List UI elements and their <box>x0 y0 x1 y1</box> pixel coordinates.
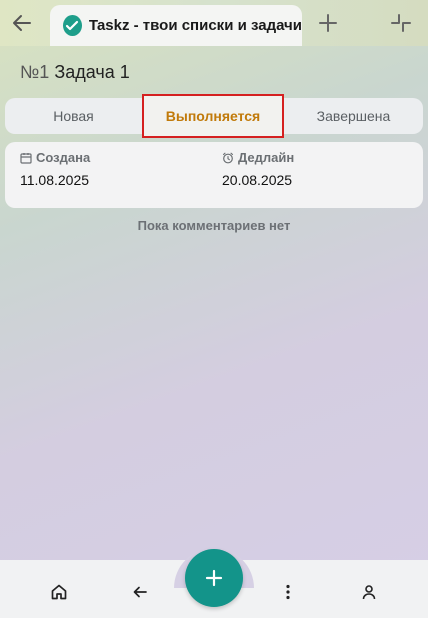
no-comments-text: Пока комментариев нет <box>137 218 291 233</box>
collapse-button[interactable] <box>389 11 413 35</box>
created-date: Создана 11.08.2025 <box>20 150 90 188</box>
status-selector: Новая Выполняется Завершена <box>5 94 423 138</box>
add-button[interactable] <box>185 549 243 607</box>
status-done-button[interactable]: Завершена <box>284 98 423 134</box>
home-button[interactable] <box>49 582 69 602</box>
plus-icon <box>319 14 337 32</box>
task-name: Задача 1 <box>54 62 130 82</box>
browser-tab[interactable]: Taskz - твои списки и задачи <box>50 5 302 46</box>
top-bar: Taskz - твои списки и задачи <box>0 0 428 46</box>
plus-icon <box>205 569 223 587</box>
task-detail: №1 Задача 1 Новая Выполняется Завершена … <box>0 46 428 560</box>
collapse-icon <box>391 14 411 32</box>
status-new-button[interactable]: Новая <box>5 98 142 134</box>
status-in-progress-button[interactable]: Выполняется <box>142 94 284 138</box>
home-icon <box>51 584 67 600</box>
more-vertical-icon <box>286 584 290 600</box>
more-button[interactable] <box>278 582 298 602</box>
deadline-label: Дедлайн <box>238 150 295 165</box>
deadline-value: 20.08.2025 <box>222 172 293 188</box>
tab-title: Taskz - твои списки и задачи <box>88 17 302 34</box>
arrow-left-icon <box>133 586 147 598</box>
created-value: 11.08.2025 <box>20 172 90 188</box>
page-title: №1 Задача 1 <box>20 62 130 83</box>
back-button[interactable] <box>10 11 34 35</box>
new-tab-button[interactable] <box>316 11 340 35</box>
back-nav-button[interactable] <box>130 582 150 602</box>
calendar-icon <box>20 152 32 164</box>
deadline-date[interactable]: Дедлайн 20.08.2025 <box>222 150 294 188</box>
dates-card: Создана 11.08.2025 Дедлайн 20.08.2025 <box>5 142 423 208</box>
created-label: Создана <box>36 150 91 165</box>
profile-button[interactable] <box>359 582 379 602</box>
task-number: №1 <box>20 62 50 82</box>
arrow-left-icon <box>13 15 31 31</box>
taskz-logo-icon <box>63 15 82 36</box>
alarm-clock-icon <box>222 152 234 163</box>
user-icon <box>362 585 376 600</box>
